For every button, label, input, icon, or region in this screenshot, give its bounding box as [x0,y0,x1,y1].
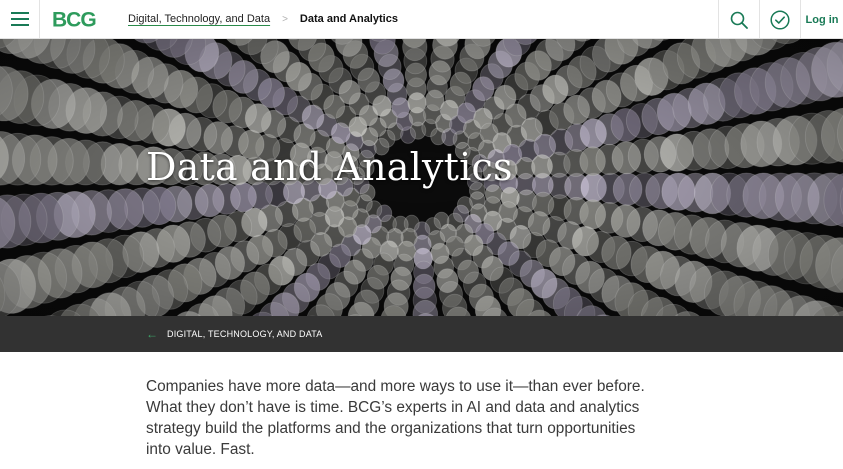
breadcrumb-current: Data and Analytics [299,13,398,25]
breadcrumb: Digital, Technology, and Data > Data and… [128,13,398,25]
back-link-label[interactable]: DIGITAL, TECHNOLOGY, AND DATA [167,329,323,339]
svg-text:BCG: BCG [52,9,96,31]
site-header: BCG Digital, Technology, and Data > Data… [0,0,843,39]
menu-button[interactable] [0,0,40,39]
bcg-logo[interactable]: BCG [52,8,102,31]
hero-banner: Data and Analytics [0,39,843,316]
menu-icon [10,12,29,26]
saved-content-button[interactable] [759,0,800,39]
arrow-left-icon: ← [146,327,158,341]
breadcrumb-parent-link[interactable]: Digital, Technology, and Data [128,13,270,25]
page-title: Data and Analytics [146,145,513,189]
search-icon [730,11,748,29]
back-to-parent-bar[interactable]: ← DIGITAL, TECHNOLOGY, AND DATA [0,316,843,352]
check-circle-icon [770,9,790,30]
breadcrumb-separator: > [282,13,288,25]
intro-paragraph: Companies have more data—and more ways t… [146,378,645,458]
search-button[interactable] [718,0,759,39]
login-link[interactable]: Log in [800,0,843,39]
